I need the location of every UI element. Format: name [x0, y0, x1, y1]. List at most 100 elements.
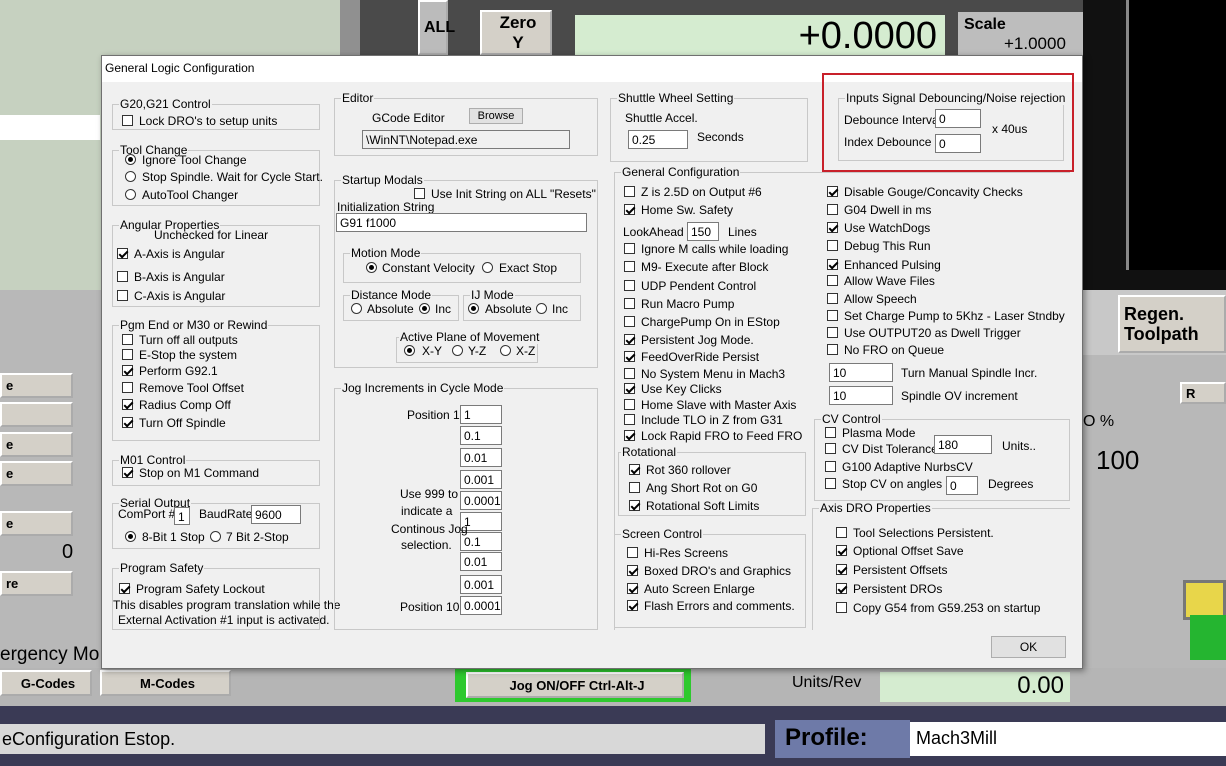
7bit-radio[interactable] [210, 531, 221, 542]
left-button-3[interactable]: e [0, 432, 73, 457]
flash-errors-checkbox[interactable] [627, 600, 638, 611]
charge-pump-5khz-checkbox[interactable] [827, 310, 838, 321]
jog-input-8[interactable]: 0.01 [460, 552, 502, 571]
turn-off-spindle-checkbox[interactable] [122, 417, 133, 428]
z-25d-checkbox[interactable] [624, 186, 635, 197]
jog-input-1[interactable]: 1 [460, 405, 502, 424]
comport-input[interactable]: 1 [174, 507, 190, 525]
ang-short-rot-checkbox[interactable] [629, 482, 640, 493]
plane-xy-radio[interactable] [404, 345, 415, 356]
allow-wave-checkbox[interactable] [827, 275, 838, 286]
jog-input-5[interactable]: 0.0001 [460, 491, 502, 510]
ignore-m-calls-checkbox[interactable] [624, 243, 635, 254]
stop-cv-angles-input[interactable]: 0 [946, 476, 978, 495]
left-button-4[interactable]: e [0, 461, 73, 486]
use-key-clicks-checkbox[interactable] [624, 383, 635, 394]
stop-m1-checkbox[interactable] [122, 467, 133, 478]
a-axis-angular-checkbox[interactable] [117, 248, 128, 259]
radius-comp-off-checkbox[interactable] [122, 399, 133, 410]
left-button-1[interactable]: e [0, 373, 73, 398]
plane-xz-radio[interactable] [500, 345, 511, 356]
lock-rapid-fro-checkbox[interactable] [624, 430, 635, 441]
right-edge-button[interactable]: R [1180, 382, 1226, 404]
remove-tool-offset-checkbox[interactable] [122, 382, 133, 393]
g100-checkbox[interactable] [825, 461, 836, 472]
ij-absolute-radio[interactable] [468, 303, 479, 314]
no-fro-queue-checkbox[interactable] [827, 344, 838, 355]
left-button-6[interactable]: re [0, 571, 73, 596]
home-slave-checkbox[interactable] [624, 399, 635, 410]
cv-dist-input[interactable]: 180 [934, 435, 992, 454]
home-sw-safety-checkbox[interactable] [624, 204, 635, 215]
m9-execute-checkbox[interactable] [624, 261, 635, 272]
rot-360-checkbox[interactable] [629, 464, 640, 475]
plane-yz-radio[interactable] [452, 345, 463, 356]
output20-dwell-checkbox[interactable] [827, 327, 838, 338]
tool-selections-checkbox[interactable] [836, 527, 847, 538]
debounce-highlight-box [822, 73, 1074, 172]
c-axis-angular-checkbox[interactable] [117, 290, 128, 301]
distance-absolute-radio[interactable] [351, 303, 362, 314]
regen-toolpath-button[interactable]: Regen. Toolpath [1118, 295, 1226, 353]
jog-input-3[interactable]: 0.01 [460, 448, 502, 467]
boxed-dros-checkbox[interactable] [627, 565, 638, 576]
disable-gouge-checkbox[interactable] [827, 186, 838, 197]
left-button-2[interactable] [0, 402, 73, 427]
no-system-menu-checkbox[interactable] [624, 368, 635, 379]
jog-onoff-button[interactable]: Jog ON/OFF Ctrl-Alt-J [466, 672, 684, 698]
estop-system-checkbox[interactable] [122, 349, 133, 360]
8bit-radio[interactable] [125, 531, 136, 542]
zero-y-button[interactable]: Zero Y [480, 10, 552, 55]
ignore-tool-change-radio[interactable] [125, 154, 136, 165]
copy-g54-checkbox[interactable] [836, 602, 847, 613]
persistent-offsets-checkbox[interactable] [836, 564, 847, 575]
jog-input-2[interactable]: 0.1 [460, 426, 502, 445]
editor-path-input[interactable]: \WinNT\Notepad.exe [362, 130, 570, 149]
persistent-jog-checkbox[interactable] [624, 334, 635, 345]
left-button-5[interactable]: e [0, 511, 73, 536]
hires-screens-checkbox[interactable] [627, 547, 638, 558]
browse-button[interactable]: Browse [469, 108, 523, 124]
constant-velocity-radio[interactable] [366, 262, 377, 273]
shuttle-accel-input[interactable]: 0.25 [628, 130, 688, 149]
use-watchdogs-checkbox[interactable] [827, 222, 838, 233]
lookahead-input[interactable]: 150 [687, 222, 719, 241]
use-init-checkbox[interactable] [414, 188, 425, 199]
lock-dro-checkbox[interactable] [122, 115, 133, 126]
cv-dist-checkbox[interactable] [825, 443, 836, 454]
gcodes-button[interactable]: G-Codes [0, 670, 92, 696]
baudrate-input[interactable]: 9600 [251, 505, 301, 524]
auto-screen-enlarge-checkbox[interactable] [627, 583, 638, 594]
rot-soft-limits-checkbox[interactable] [629, 500, 640, 511]
jog-input-10[interactable]: 0.0001 [460, 596, 502, 615]
feedoverride-persist-checkbox[interactable] [624, 351, 635, 362]
udp-pendent-checkbox[interactable] [624, 280, 635, 291]
ij-inc-radio[interactable] [536, 303, 547, 314]
enhanced-pulsing-checkbox[interactable] [827, 259, 838, 270]
include-tlo-checkbox[interactable] [624, 414, 635, 425]
safety-lockout-checkbox[interactable] [119, 583, 130, 594]
run-macro-pump-checkbox[interactable] [624, 298, 635, 309]
mcodes-button[interactable]: M-Codes [100, 670, 231, 696]
plasma-mode-checkbox[interactable] [825, 427, 836, 438]
spindle-ov-input[interactable]: 10 [829, 386, 893, 405]
distance-inc-radio[interactable] [419, 303, 430, 314]
chargepump-estop-checkbox[interactable] [624, 316, 635, 327]
stop-cv-angles-checkbox[interactable] [825, 478, 836, 489]
jog-input-9[interactable]: 0.001 [460, 575, 502, 594]
jog-input-4[interactable]: 0.001 [460, 470, 502, 489]
debug-run-checkbox[interactable] [827, 240, 838, 251]
perform-g921-checkbox[interactable] [122, 365, 133, 376]
manual-spindle-input[interactable]: 10 [829, 363, 893, 382]
turn-off-outputs-checkbox[interactable] [122, 334, 133, 345]
g04-dwell-checkbox[interactable] [827, 204, 838, 215]
exact-stop-radio[interactable] [482, 262, 493, 273]
stop-spindle-radio[interactable] [125, 171, 136, 182]
ok-button[interactable]: OK [991, 636, 1066, 658]
b-axis-angular-checkbox[interactable] [117, 271, 128, 282]
autotool-changer-radio[interactable] [125, 189, 136, 200]
allow-speech-checkbox[interactable] [827, 293, 838, 304]
optional-offset-checkbox[interactable] [836, 545, 847, 556]
init-string-input[interactable]: G91 f1000 [336, 213, 587, 232]
persistent-dros-checkbox[interactable] [836, 583, 847, 594]
